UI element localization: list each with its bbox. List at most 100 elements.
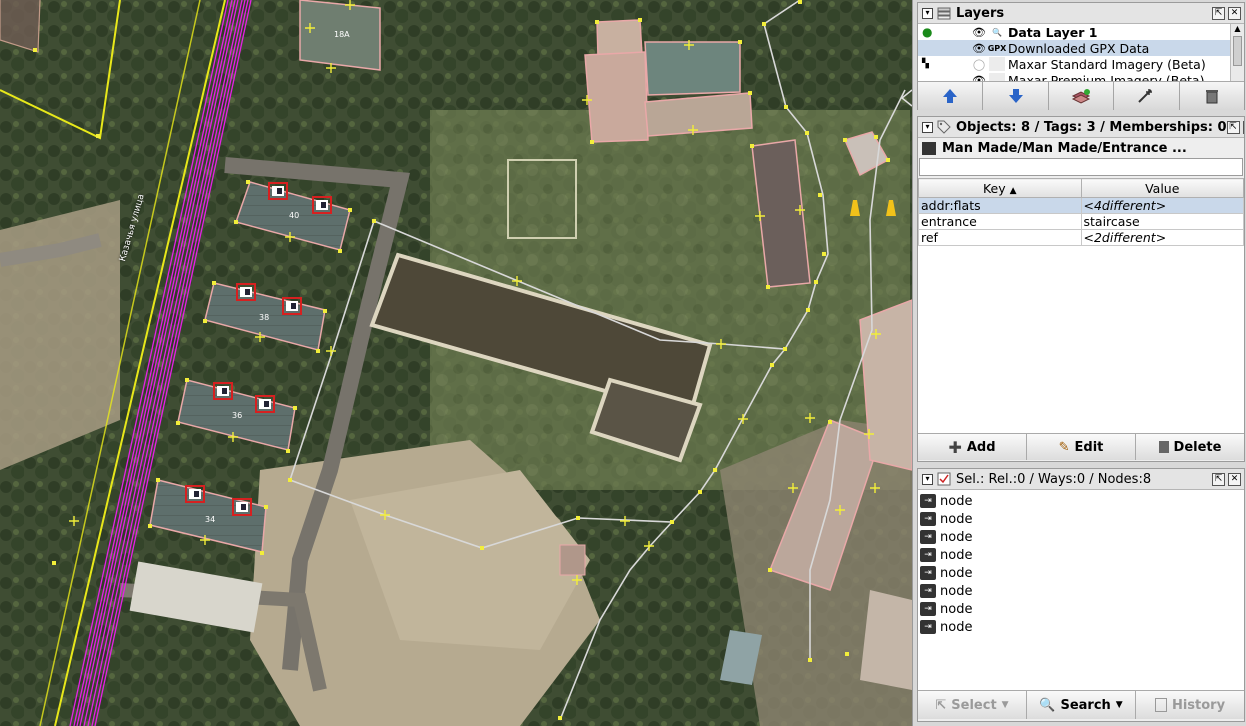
entrance-node-icon: ⇥: [920, 512, 936, 526]
tag-table: Key ▲ Value addr:flats <4different> entr…: [918, 178, 1244, 246]
detach-icon[interactable]: ⇱: [1212, 472, 1225, 486]
magnifier-layer-icon: 🔍: [992, 27, 1002, 37]
plus-icon: ✚: [948, 437, 962, 457]
map-view[interactable]: Казачья улица 18A 40 38 36 34: [0, 0, 912, 726]
entrance-node-icon: ⇥: [920, 602, 936, 616]
list-item[interactable]: ⇥ node: [918, 564, 1244, 582]
detach-icon[interactable]: ⇱: [1226, 120, 1240, 134]
dropdown-arrow-icon: ▼: [1001, 700, 1009, 710]
layer-row[interactable]: 👁 Maxar Premium Imagery (Beta): [918, 72, 1244, 81]
tag-buttons: ✚ Add ✎ Edit Delete: [918, 433, 1244, 460]
layer-list[interactable]: ● 👁 🔍 Data Layer 1 👁 GPX Downloaded GPX …: [918, 24, 1244, 81]
layer-settings-icon: [1138, 89, 1153, 103]
entrance-node-icon: ⇥: [920, 548, 936, 562]
delete-layer-button[interactable]: [1179, 82, 1245, 110]
layer-row[interactable]: ● 👁 🔍 Data Layer 1: [918, 24, 1244, 40]
layer-name: Maxar Premium Imagery (Beta): [1008, 72, 1205, 82]
list-item[interactable]: ⇥ node: [918, 618, 1244, 636]
scrollbar[interactable]: ▲: [1230, 24, 1244, 81]
selection-dialog: ▾ Sel.: Rel.:0 / Ways:0 / Nodes:8 ⇱ ✕ ⇥ n…: [917, 468, 1245, 722]
entrance-node-icon: ⇥: [920, 494, 936, 508]
entrance-node[interactable]: [213, 382, 233, 400]
layers-icon: [937, 7, 951, 20]
tag-row[interactable]: entrance staircase: [918, 213, 1244, 230]
merge-layers-button[interactable]: [1048, 82, 1115, 110]
building-number-label: 36: [232, 411, 243, 420]
list-item[interactable]: ⇥ node: [918, 510, 1244, 528]
building-number-label: 40: [289, 211, 300, 220]
move-down-button[interactable]: [983, 82, 1049, 110]
tag-value: <4different>: [1080, 197, 1244, 214]
layer-row[interactable]: ▚ ◯ Maxar Standard Imagery (Beta): [918, 56, 1244, 72]
collapse-icon[interactable]: ▾: [922, 7, 933, 19]
visibility-eye-icon[interactable]: 👁: [972, 26, 986, 39]
key-column-header[interactable]: Key ▲: [918, 178, 1082, 198]
layer-name: Data Layer 1: [1008, 24, 1098, 40]
value-column-header[interactable]: Value: [1080, 178, 1244, 198]
tag-filter-input[interactable]: [919, 158, 1243, 176]
move-up-icon: [943, 89, 958, 103]
visibility-eye-icon[interactable]: ◯: [972, 58, 986, 71]
tag-key: ref: [918, 229, 1082, 246]
entrance-node[interactable]: [312, 196, 332, 214]
add-tag-button[interactable]: ✚ Add: [918, 434, 1027, 460]
selection-list[interactable]: ⇥ node ⇥ node ⇥ node ⇥ node ⇥ node ⇥ node ⇥ nod…: [918, 490, 1244, 690]
layers-title: Layers: [956, 5, 1005, 21]
delete-tag-button[interactable]: Delete: [1136, 434, 1244, 460]
entrance-node[interactable]: [236, 283, 256, 301]
close-icon[interactable]: ✕: [1228, 6, 1241, 20]
list-item[interactable]: ⇥ node: [918, 582, 1244, 600]
collapse-icon[interactable]: ▾: [922, 121, 933, 133]
entrance-node[interactable]: [185, 485, 205, 503]
side-panel: ▾ Layers ⇱ ✕ ● 👁 🔍 Data Layer 1 👁 GPX Do…: [912, 0, 1246, 726]
cursor-icon: ⇱: [935, 697, 947, 713]
list-item[interactable]: ⇥ node: [918, 600, 1244, 618]
list-item[interactable]: ⇥ node: [918, 546, 1244, 564]
tags-titlebar: ▾ Objects: 8 / Tags: 3 / Memberships: 0 …: [918, 117, 1244, 138]
entrance-node[interactable]: [282, 297, 302, 315]
entrance-node-icon: ⇥: [920, 620, 936, 634]
entrance-node-icon: ⇥: [920, 584, 936, 598]
collapse-icon[interactable]: ▾: [922, 473, 933, 485]
list-item[interactable]: ⇥ node: [918, 492, 1244, 510]
selection-list-icon: [937, 472, 951, 486]
visibility-eye-icon[interactable]: 👁: [972, 74, 986, 82]
tags-dialog: ▾ Objects: 8 / Tags: 3 / Memberships: 0 …: [917, 116, 1245, 462]
layer-settings-button[interactable]: [1114, 82, 1180, 110]
layer-name: Maxar Standard Imagery (Beta): [1008, 56, 1206, 72]
sort-asc-icon: ▲: [1009, 185, 1017, 196]
preset-header[interactable]: Man Made/Man Made/Entrance ...: [918, 138, 1244, 158]
tag-row[interactable]: addr:flats <4different>: [918, 197, 1244, 214]
gpx-icon: GPX: [987, 43, 1007, 53]
tag-row[interactable]: ref <2different>: [918, 229, 1244, 246]
selection-titlebar: ▾ Sel.: Rel.:0 / Ways:0 / Nodes:8 ⇱ ✕: [918, 469, 1244, 490]
layers-dialog: ▾ Layers ⇱ ✕ ● 👁 🔍 Data Layer 1 👁 GPX Do…: [917, 2, 1245, 110]
entrance-node-icon: ⇥: [920, 530, 936, 544]
list-item[interactable]: ⇥ node: [918, 528, 1244, 546]
close-icon[interactable]: ✕: [1242, 120, 1244, 134]
layer-row[interactable]: 👁 GPX Downloaded GPX Data: [918, 40, 1244, 56]
tag-icon: [937, 120, 951, 134]
preset-label: Man Made/Man Made/Entrance ...: [942, 140, 1187, 156]
map-canvas[interactable]: [0, 0, 912, 726]
entrance-node[interactable]: [255, 395, 275, 413]
tag-table-area[interactable]: Key ▲ Value addr:flats <4different> entr…: [918, 178, 1244, 433]
detach-icon[interactable]: ⇱: [1212, 6, 1225, 20]
imagery-icon: [989, 73, 1005, 81]
trash-icon: [1158, 441, 1169, 453]
tag-key: addr:flats: [918, 197, 1082, 214]
entrance-node[interactable]: [232, 498, 252, 516]
visibility-eye-icon[interactable]: 👁: [972, 42, 986, 55]
selection-title: Sel.: Rel.:0 / Ways:0 / Nodes:8: [956, 471, 1152, 487]
entrance-node[interactable]: [268, 182, 288, 200]
search-button[interactable]: 🔍 Search ▼: [1027, 691, 1136, 719]
building-number-label: 38: [259, 313, 270, 322]
layer-name: Downloaded GPX Data: [1008, 40, 1150, 56]
edit-tag-button[interactable]: ✎ Edit: [1027, 434, 1136, 460]
select-button[interactable]: ⇱ Select ▼: [918, 691, 1027, 719]
history-button[interactable]: History: [1136, 691, 1244, 719]
selection-buttons: ⇱ Select ▼ 🔍 Search ▼ History: [918, 690, 1244, 719]
move-up-button[interactable]: [918, 82, 984, 110]
close-icon[interactable]: ✕: [1228, 472, 1241, 486]
entrance-preset-icon: [922, 141, 936, 155]
